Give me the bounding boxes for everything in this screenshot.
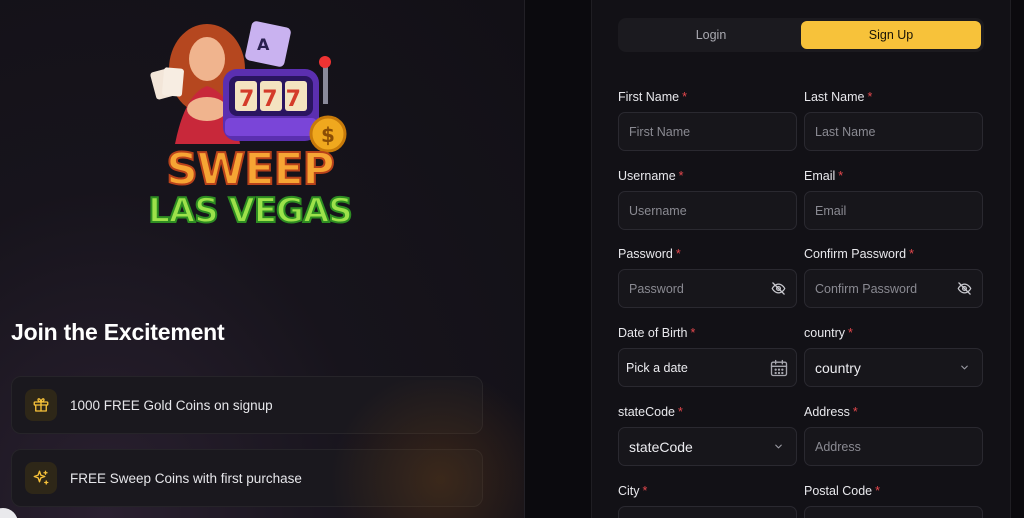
join-title: Join the Excitement [11,319,225,345]
auth-tabs: Login Sign Up [618,18,984,52]
calendar-icon[interactable] [768,357,790,379]
gift-icon [25,389,57,421]
first-name-label: First Name * [618,90,687,104]
last-name-input[interactable]: Last Name [804,112,983,151]
last-name-label: Last Name * [804,90,873,104]
email-input[interactable]: Email [804,191,983,230]
perk-text: FREE Sweep Coins with first purchase [70,470,302,486]
dob-picker[interactable]: Pick a date [618,348,797,387]
promo-panel: A 777 $ SWEEP LAS VEGAS Join the Excitem… [0,0,525,518]
tab-signup[interactable]: Sign Up [801,21,981,49]
postal-code-input[interactable] [804,506,983,518]
country-select[interactable]: country [804,348,983,387]
address-label: Address * [804,405,858,419]
eye-off-icon[interactable] [956,281,972,297]
username-input[interactable]: Username [618,191,797,230]
tab-login[interactable]: Login [621,21,801,49]
right-gutter [1011,0,1024,518]
perk-text: 1000 FREE Gold Coins on signup [70,397,273,413]
slot-reels-text: 777 [239,87,309,112]
confirm-password-label: Confirm Password * [804,247,914,261]
password-input[interactable]: Password [618,269,797,308]
logo-line1: SWEEP [166,144,334,195]
password-label: Password * [618,247,681,261]
floating-action-button[interactable] [0,508,18,518]
city-input[interactable] [618,506,797,518]
state-label: stateCode * [618,405,683,419]
country-label: country * [804,326,853,340]
perk-gold-coins: 1000 FREE Gold Coins on signup [11,376,483,434]
postal-code-label: Postal Code * [804,484,880,498]
confirm-password-input[interactable]: Confirm Password [804,269,983,308]
address-input[interactable]: Address [804,427,983,466]
svg-text:A: A [257,35,270,54]
perk-sweep-coins: FREE Sweep Coins with first purchase [11,449,483,507]
dob-label: Date of Birth * [618,326,696,340]
sweep-las-vegas-logo: A 777 $ SWEEP LAS VEGAS [145,14,355,234]
state-select[interactable]: stateCode [618,427,797,466]
username-label: Username * [618,169,684,183]
city-label: City * [618,484,648,498]
logo-line2: LAS VEGAS [148,191,352,231]
chevron-down-icon [770,439,786,455]
first-name-input[interactable]: First Name [618,112,797,151]
chevron-down-icon [956,360,972,376]
email-label: Email * [804,169,844,183]
divider-gap [525,0,591,518]
sparkles-icon [25,462,57,494]
eye-off-icon[interactable] [770,281,786,297]
